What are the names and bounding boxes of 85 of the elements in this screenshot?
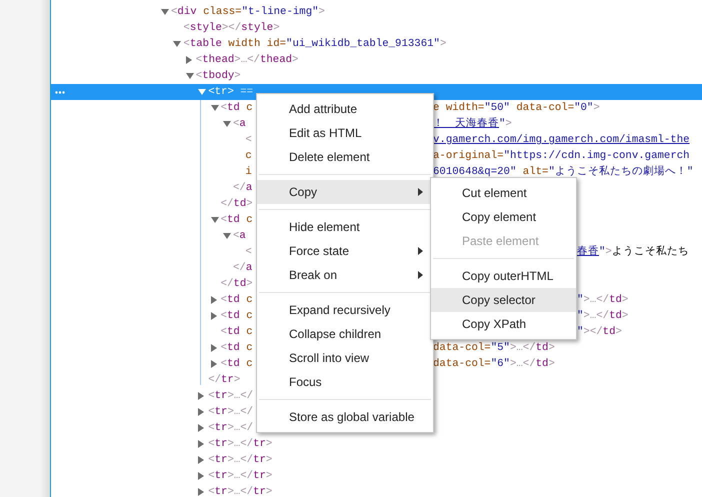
- code-line: <a: [233, 116, 246, 132]
- code-line: </td>: [220, 196, 253, 212]
- code-line: </tr>: [208, 372, 240, 388]
- caret-down-icon[interactable]: [223, 121, 231, 127]
- caret-right-icon[interactable]: [198, 408, 204, 416]
- code-line: <a: [233, 228, 246, 244]
- submenu-arrow-icon: [418, 271, 423, 279]
- caret-right-icon[interactable]: [198, 488, 204, 496]
- caret-down-icon[interactable]: [223, 233, 231, 239]
- code-line: <thead>…</thead>: [196, 52, 298, 68]
- caret-right-icon[interactable]: [198, 440, 204, 448]
- caret-right-icon[interactable]: [186, 56, 192, 64]
- caret-down-icon[interactable]: [173, 41, 182, 47]
- code-line: <tr>…</: [208, 420, 254, 436]
- caret-right-icon[interactable]: [210, 360, 217, 368]
- menu-item[interactable]: Hide element: [257, 215, 433, 239]
- link[interactable]: ！ 天海春香: [433, 118, 499, 130]
- code-line: 春香">ようこそ私たち: [577, 244, 689, 260]
- code-line: <tr>…</tr>: [208, 436, 272, 452]
- caret-down-icon[interactable]: [210, 105, 219, 111]
- menu-item[interactable]: Add attribute: [257, 97, 433, 121]
- caret-right-icon[interactable]: [210, 296, 217, 304]
- code-line: <tr>…</tr>: [208, 452, 272, 468]
- code-line: <div class="t-line-img">: [171, 4, 325, 20]
- code-line: ！ 天海春香">: [433, 116, 512, 132]
- caret-right-icon[interactable]: [210, 312, 217, 320]
- menu-item[interactable]: Scroll into view: [257, 346, 433, 370]
- code-line: <tr>…</: [208, 388, 254, 404]
- code-line: <td c: [220, 340, 253, 356]
- code-line: "></td>: [577, 325, 622, 340]
- menu-item[interactable]: Copy element: [431, 205, 576, 229]
- code-line: <td c: [220, 100, 253, 116]
- code-line: <td c: [220, 324, 253, 340]
- menu-item[interactable]: Break on: [257, 263, 433, 287]
- code-line: ">…</td>: [577, 293, 628, 308]
- caret-right-icon[interactable]: [198, 424, 204, 432]
- code-line: <: [245, 132, 252, 148]
- menu-item[interactable]: Copy selector: [431, 288, 576, 312]
- caret-right-icon[interactable]: [198, 392, 204, 400]
- code-line: </a: [233, 180, 252, 196]
- code-line: </td>: [220, 276, 253, 292]
- code-line: <table width id="ui_wikidb_table_913361">: [183, 36, 446, 52]
- code-line: <tbody>: [196, 68, 241, 84]
- menu-item[interactable]: Focus: [257, 370, 433, 394]
- submenu-arrow-icon: [418, 188, 423, 196]
- code-line: <tr>…</tr>: [208, 484, 272, 497]
- menu-item[interactable]: Collapse children: [257, 322, 433, 346]
- menu-item[interactable]: Copy outerHTML: [431, 264, 576, 288]
- caret-down-icon[interactable]: [186, 73, 194, 79]
- menu-item[interactable]: Store as global variable: [257, 405, 433, 429]
- link[interactable]: v.gamerch.com/img.gamerch.com/imasml-the: [433, 132, 690, 148]
- code-line: ">…</td>: [577, 309, 628, 324]
- submenu-arrow-icon: [418, 247, 423, 255]
- caret-down-icon[interactable]: [198, 89, 206, 95]
- menu-item[interactable]: Cut element: [431, 181, 576, 205]
- code-line: <tr>…</tr>: [208, 468, 272, 484]
- menu-item[interactable]: Expand recursively: [257, 298, 433, 322]
- link[interactable]: 春香: [577, 246, 599, 258]
- code-line: <td c: [220, 212, 253, 228]
- caret-down-icon[interactable]: [210, 217, 219, 223]
- code-line: <tr> ==: [208, 84, 254, 100]
- code-line: i: [245, 164, 252, 180]
- code-line: <td c: [220, 308, 253, 324]
- menu-item[interactable]: Force state: [257, 239, 433, 263]
- code-line: <td c: [220, 356, 253, 372]
- code-line: data-col="5">…</td>: [433, 341, 555, 356]
- code-line: 6010648&q=20" alt="ようこそ私たちの劇場へ！": [433, 164, 694, 180]
- menu-item[interactable]: Copy XPath: [431, 312, 576, 336]
- code-line: e width="50" data-col="0">: [433, 101, 600, 116]
- code-line: data-col="6">…</td>: [433, 357, 555, 372]
- caret-right-icon[interactable]: [210, 344, 217, 352]
- code-line: <style></style>: [183, 20, 280, 36]
- menu-item[interactable]: Copy: [257, 180, 433, 204]
- code-line: <td c: [220, 292, 253, 308]
- code-line: <tr>…</: [208, 404, 254, 420]
- code-line: <: [245, 244, 252, 260]
- more-icon[interactable]: [55, 91, 65, 94]
- caret-right-icon[interactable]: [198, 456, 204, 464]
- code-line: c: [245, 148, 252, 164]
- caret-down-icon[interactable]: [161, 9, 169, 15]
- code-line: </a: [233, 260, 252, 276]
- menu-item[interactable]: Delete element: [257, 145, 433, 169]
- menu-item[interactable]: Edit as HTML: [257, 121, 433, 145]
- code-line: a-original="https://cdn.img-conv.gamerch: [433, 149, 690, 164]
- caret-right-icon[interactable]: [198, 472, 204, 480]
